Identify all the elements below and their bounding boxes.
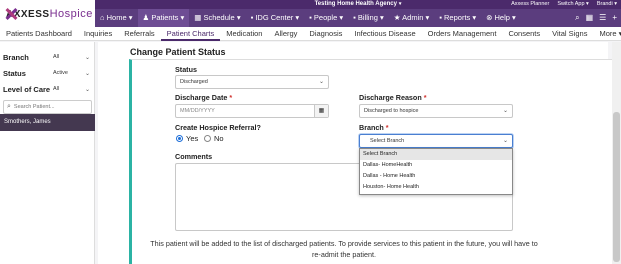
discharge-reason-select[interactable]: Discharged to hospice ⌄	[359, 104, 513, 118]
chevron-down-icon: ⌄	[318, 79, 324, 85]
status-select[interactable]: Discharged ⌄	[175, 75, 329, 89]
tab-diagnosis[interactable]: Diagnosis	[303, 27, 348, 41]
list-icon[interactable]: ☰	[599, 9, 606, 27]
logo[interactable]: AXXESSHospice	[4, 4, 92, 24]
branch-option[interactable]: Dallas - Home Health	[360, 171, 512, 182]
chevron-down-icon: ⌄	[85, 86, 91, 93]
level-of-care-filter[interactable]: Level of Care All ⌄	[3, 82, 93, 96]
branch-select[interactable]: Select Branch ⌄	[359, 134, 513, 148]
tab-referrals[interactable]: Referrals	[118, 27, 160, 41]
branch-option[interactable]: Houston- Home Health	[360, 182, 512, 193]
scrollbar[interactable]	[612, 42, 621, 264]
nav-idg-center[interactable]: ▪ IDG Center ▾	[246, 9, 305, 27]
tab-patient-charts[interactable]: Patient Charts	[160, 27, 221, 41]
tab-allergy[interactable]: Allergy	[268, 27, 303, 41]
tab-patients-dashboard[interactable]: Patients Dashboard	[0, 27, 78, 41]
chevron-down-icon: ⌄	[85, 54, 91, 61]
tab-inquiries[interactable]: Inquiries	[78, 27, 118, 41]
tab-vital-signs[interactable]: Vital Signs	[546, 27, 593, 41]
discharge-reason-label: Discharge Reason *	[359, 93, 427, 102]
tab-consents[interactable]: Consents	[502, 27, 546, 41]
main-nav: ⌂ Home ▾ ♟ Patients ▾ ▦ Schedule ▾ ▪ IDG…	[95, 9, 621, 27]
discharge-date-label: Discharge Date *	[175, 93, 233, 102]
patient-search-input[interactable]	[13, 104, 84, 110]
patient-search[interactable]: ⌕	[3, 100, 92, 114]
chevron-down-icon: ⌄	[502, 108, 508, 114]
nav-home[interactable]: ⌂ Home ▾	[95, 9, 138, 27]
branch-option[interactable]: Select Branch	[360, 149, 512, 160]
status-label: Status	[175, 65, 197, 74]
tab-orders-management[interactable]: Orders Management	[422, 27, 503, 41]
axxess-planner-link[interactable]: Axxess Planner	[511, 0, 549, 9]
agency-name: Testing Home Health Agency	[314, 1, 397, 7]
nav-schedule[interactable]: ▦ Schedule ▾	[189, 9, 245, 27]
branch-filter[interactable]: Branch All ⌄	[3, 50, 93, 64]
radio-unselected-icon	[204, 135, 211, 142]
radio-selected-icon	[176, 135, 183, 142]
tab-medication[interactable]: Medication	[220, 27, 268, 41]
search-icon: ⌕	[7, 103, 11, 110]
nav-admin[interactable]: ★ Admin ▾	[389, 9, 435, 27]
status-filter[interactable]: Status Active ⌄	[3, 66, 93, 80]
discharge-note: This patient will be added to the list o…	[150, 239, 538, 259]
sub-nav: Patients Dashboard Inquiries Referrals P…	[0, 27, 621, 41]
modal-title: Change Patient Status	[130, 47, 226, 57]
nav-patients[interactable]: ♟ Patients ▾	[137, 9, 190, 27]
hospice-referral-label: Create Hospice Referral?	[175, 123, 261, 132]
branch-option[interactable]: Dallas- HomeHealth	[360, 160, 512, 171]
brand-product: Hospice	[49, 8, 93, 20]
nav-help[interactable]: ⊗ Help ▾	[481, 9, 521, 27]
search-icon[interactable]: ⌕	[575, 9, 579, 27]
branch-label: Branch *	[359, 123, 389, 132]
comments-label: Comments	[175, 152, 213, 161]
nav-reports[interactable]: ▪ Reports ▾	[434, 9, 481, 27]
radio-yes[interactable]: Yes	[176, 134, 198, 143]
calendar-icon[interactable]: ▦	[314, 105, 328, 117]
chevron-down-icon: ⌄	[85, 70, 91, 77]
user-menu[interactable]: Brandi ▾	[597, 0, 617, 9]
tab-more[interactable]: More ▾	[593, 27, 621, 41]
grid-icon[interactable]: ▦	[586, 9, 594, 27]
branch-dropdown-list: Select Branch Dallas- HomeHealth Dallas …	[359, 148, 513, 195]
chevron-down-icon: ⌄	[502, 138, 508, 144]
chevron-down-icon: ▾	[398, 1, 402, 7]
nav-people[interactable]: ▪ People ▾	[304, 9, 348, 27]
radio-no[interactable]: No	[204, 134, 224, 143]
switch-app-link[interactable]: Switch App ▾	[557, 0, 589, 9]
nav-billing[interactable]: ▪ Billing ▾	[348, 9, 389, 27]
patient-list-item[interactable]: Smothers, James	[0, 114, 95, 131]
scrollbar-thumb[interactable]	[613, 112, 620, 262]
discharge-date-field[interactable]: MM/DD/YYYY ▦	[175, 104, 329, 118]
top-links: Axxess Planner Switch App ▾ Brandi ▾	[511, 0, 617, 9]
tab-infectious-disease[interactable]: Infectious Disease	[348, 27, 421, 41]
patient-sidebar: Branch All ⌄ Status Active ⌄ Level of Ca…	[0, 42, 95, 264]
plus-icon[interactable]: +	[612, 9, 617, 27]
